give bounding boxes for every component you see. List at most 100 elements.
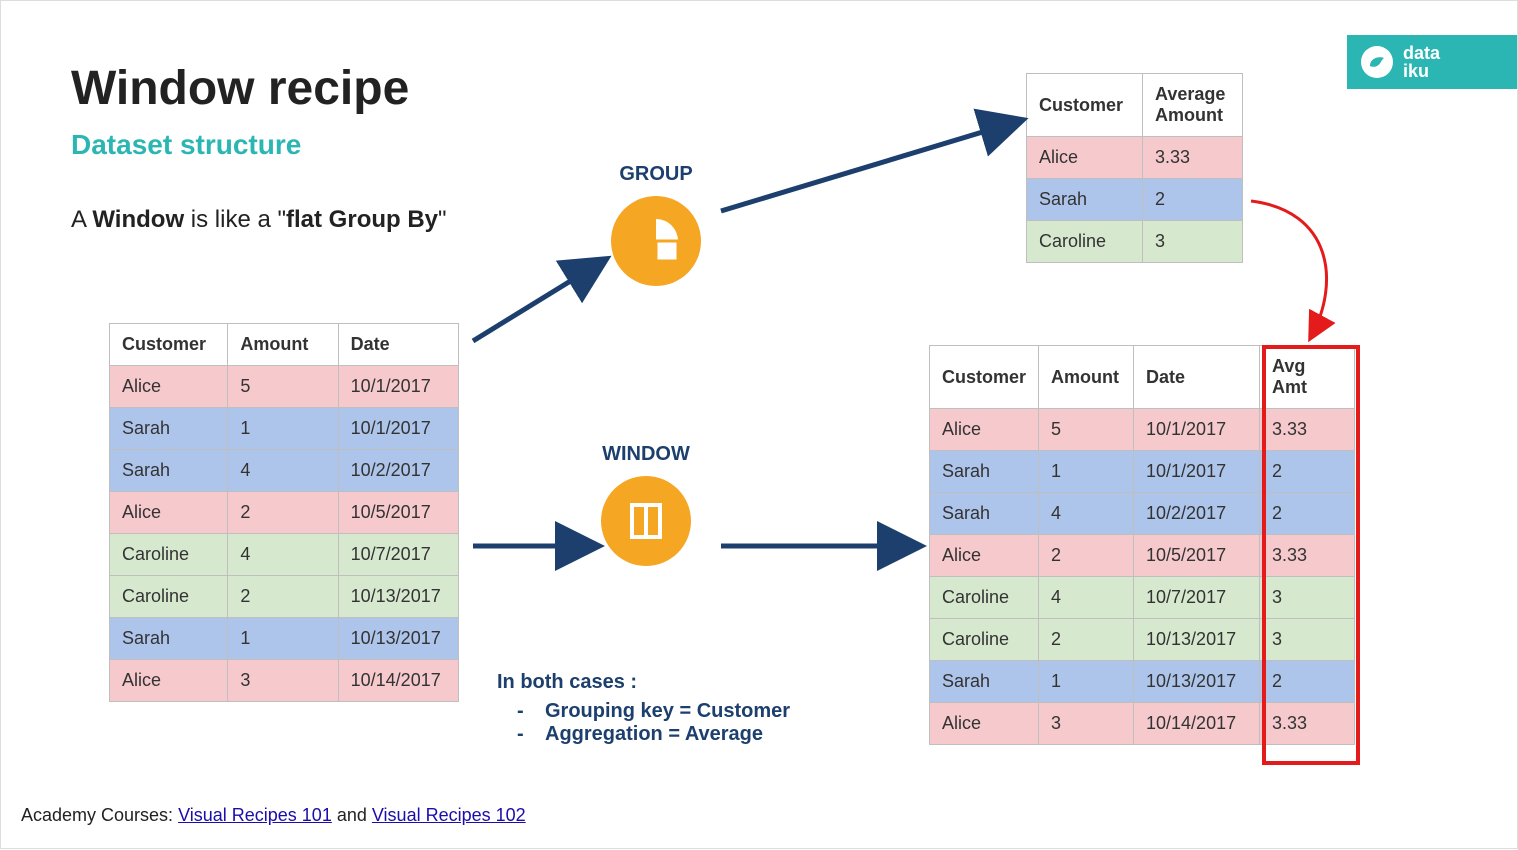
cell: Sarah (930, 493, 1039, 535)
footer: Academy Courses: Visual Recipes 101 and … (21, 805, 526, 826)
page-title: Window recipe (71, 61, 409, 116)
cell: 3 (1039, 703, 1134, 745)
group-operation: GROUP (611, 163, 701, 286)
source-table: Customer Amount Date Alice510/1/2017Sara… (109, 323, 459, 702)
cell: 3.33 (1260, 535, 1355, 577)
cell: 10/5/2017 (1134, 535, 1260, 577)
table-row: Alice3.33 (1027, 137, 1243, 179)
group-result-table: Customer Average Amount Alice3.33Sarah2C… (1026, 73, 1243, 263)
cell: Caroline (930, 619, 1039, 661)
group-label: GROUP (611, 163, 701, 186)
cell: Sarah (1027, 179, 1143, 221)
dataiku-logo: data iku (1347, 35, 1517, 89)
cell: Alice (110, 366, 228, 408)
notes-header: In both cases : (497, 671, 790, 694)
cell: 10/13/2017 (1134, 619, 1260, 661)
cell: 10/14/2017 (338, 660, 458, 702)
cell: Sarah (110, 408, 228, 450)
table-row: Caroline410/7/2017 (110, 534, 459, 576)
notes-line-2: Aggregation = Average (545, 723, 790, 746)
cell: Alice (930, 703, 1039, 745)
cell: 3.33 (1260, 703, 1355, 745)
slide: Window recipe Dataset structure A Window… (0, 0, 1518, 849)
group-icon (611, 196, 701, 286)
cell: 1 (1039, 451, 1134, 493)
cell: 2 (1260, 661, 1355, 703)
col-header: Average Amount (1143, 74, 1243, 137)
table-row: Sarah410/2/20172 (930, 493, 1355, 535)
intro-sentence: A Window is like a "flat Group By" (71, 206, 447, 234)
table-row: Sarah110/1/2017 (110, 408, 459, 450)
cell: 2 (228, 576, 338, 618)
window-icon (601, 476, 691, 566)
cell: Caroline (1027, 221, 1143, 263)
cell: 10/2/2017 (1134, 493, 1260, 535)
cell: 3 (1260, 619, 1355, 661)
cell: 10/7/2017 (338, 534, 458, 576)
cell: 4 (228, 534, 338, 576)
table-row: Alice310/14/2017 (110, 660, 459, 702)
cell: 10/1/2017 (1134, 451, 1260, 493)
col-header: Avg Amt (1260, 346, 1355, 409)
table-row: Alice310/14/20173.33 (930, 703, 1355, 745)
cell: 3.33 (1143, 137, 1243, 179)
cell: 2 (228, 492, 338, 534)
cell: Alice (930, 535, 1039, 577)
cell: 10/1/2017 (1134, 409, 1260, 451)
cell: Alice (1027, 137, 1143, 179)
table-row: Caroline210/13/2017 (110, 576, 459, 618)
logo-text: data iku (1403, 44, 1440, 80)
table-row: Alice210/5/20173.33 (930, 535, 1355, 577)
col-header: Customer (930, 346, 1039, 409)
text: " (438, 206, 447, 233)
footer-text: Academy Courses: (21, 805, 178, 825)
cell: Alice (110, 492, 228, 534)
footer-text: and (332, 805, 372, 825)
text: A (71, 206, 92, 233)
table-row: Caroline410/7/20173 (930, 577, 1355, 619)
table-row: Alice510/1/20173.33 (930, 409, 1355, 451)
cell: 2 (1039, 619, 1134, 661)
cell: 3 (228, 660, 338, 702)
cell: Caroline (110, 576, 228, 618)
cell: 1 (228, 408, 338, 450)
notes-line-1: Grouping key = Customer (545, 700, 790, 723)
cell: 4 (228, 450, 338, 492)
cell: 10/2/2017 (338, 450, 458, 492)
cell: 3 (1260, 577, 1355, 619)
window-operation: WINDOW (601, 443, 691, 566)
link-visual-recipes-102[interactable]: Visual Recipes 102 (372, 805, 526, 825)
cell: 4 (1039, 577, 1134, 619)
table-row: Sarah110/1/20172 (930, 451, 1355, 493)
notes-block: In both cases : Grouping key = Customer … (497, 671, 790, 746)
text: is like a " (184, 206, 286, 233)
cell: 5 (228, 366, 338, 408)
cell: Sarah (930, 451, 1039, 493)
col-header: Customer (110, 324, 228, 366)
cell: 10/13/2017 (338, 618, 458, 660)
cell: Caroline (930, 577, 1039, 619)
cell: 3.33 (1260, 409, 1355, 451)
cell: 10/1/2017 (338, 408, 458, 450)
cell: Alice (110, 660, 228, 702)
window-result-table: Customer Amount Date Avg Amt Alice510/1/… (929, 345, 1355, 745)
table-row: Sarah410/2/2017 (110, 450, 459, 492)
cell: 2 (1039, 535, 1134, 577)
table-row: Sarah2 (1027, 179, 1243, 221)
table-row: Alice210/5/2017 (110, 492, 459, 534)
cell: 10/14/2017 (1134, 703, 1260, 745)
col-header: Customer (1027, 74, 1143, 137)
link-visual-recipes-101[interactable]: Visual Recipes 101 (178, 805, 332, 825)
col-header: Date (338, 324, 458, 366)
logo-line-2: iku (1403, 61, 1429, 81)
cell: 1 (1039, 661, 1134, 703)
cell: Sarah (930, 661, 1039, 703)
col-header: Amount (228, 324, 338, 366)
cell: 10/7/2017 (1134, 577, 1260, 619)
cell: Alice (930, 409, 1039, 451)
cell: 2 (1260, 451, 1355, 493)
bird-icon (1361, 46, 1393, 78)
cell: 1 (228, 618, 338, 660)
cell: Caroline (110, 534, 228, 576)
cell: Sarah (110, 450, 228, 492)
